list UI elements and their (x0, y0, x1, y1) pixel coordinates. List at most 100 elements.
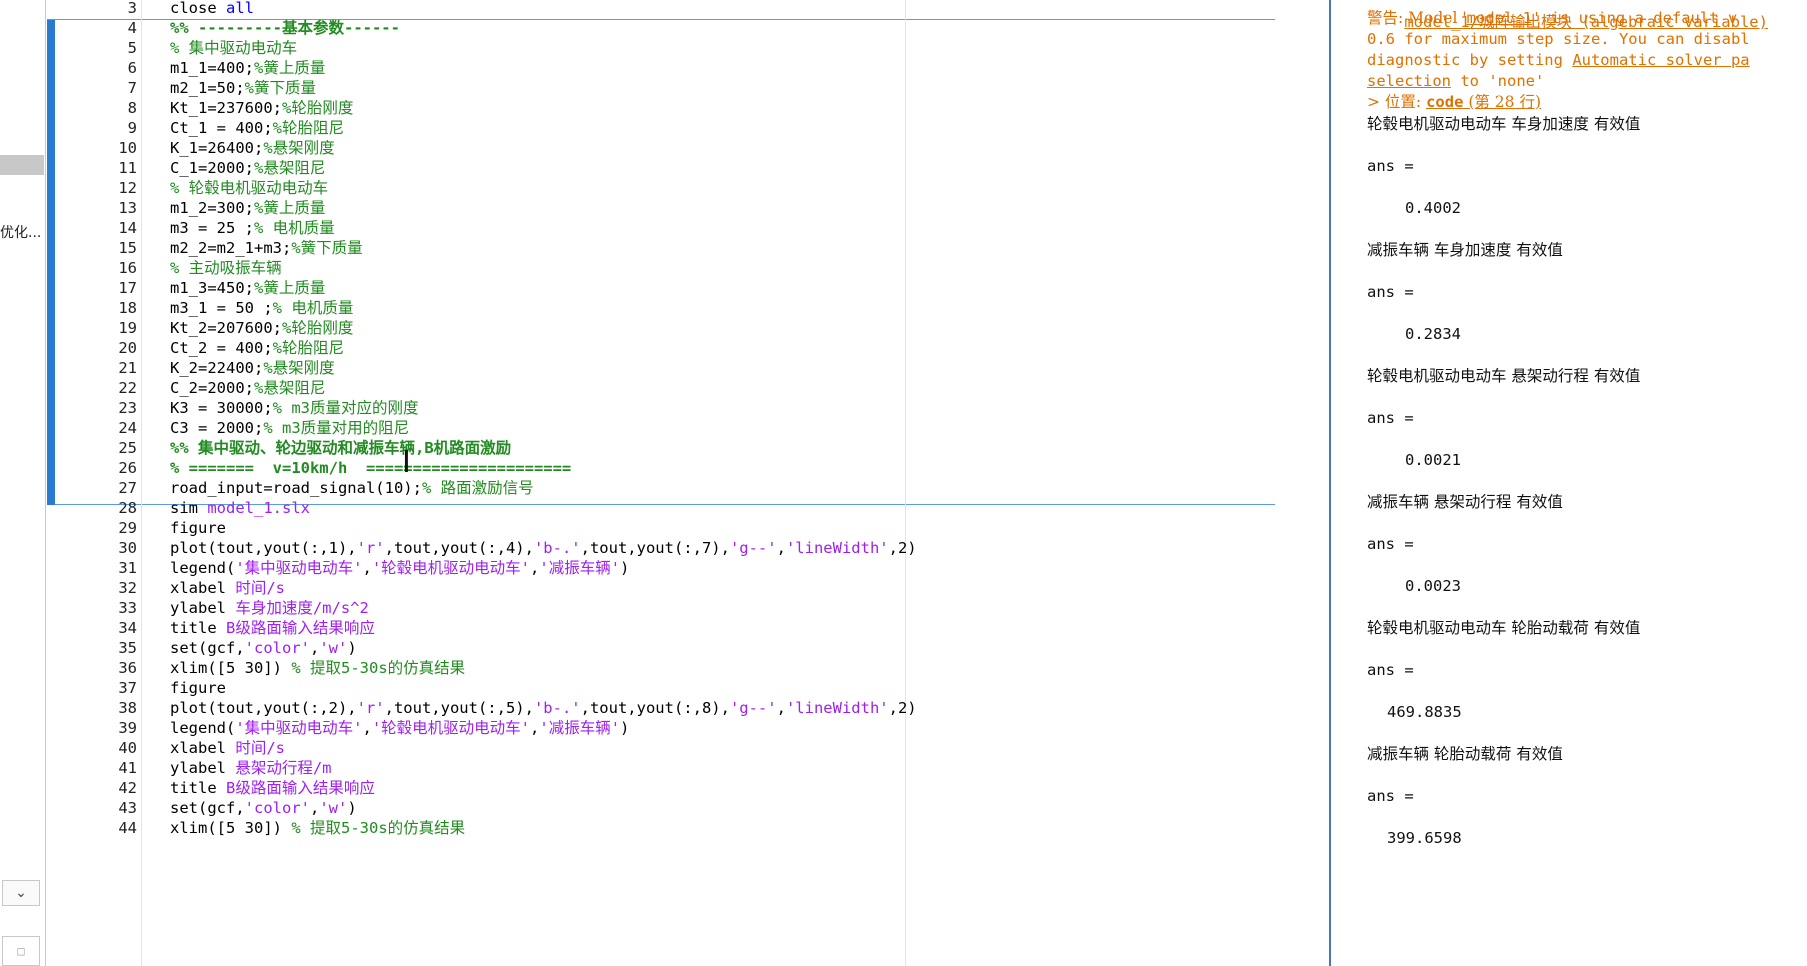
result-label: 减振车辆 轮胎动载荷 有效值 (1367, 745, 1563, 763)
code-token: , (776, 539, 786, 557)
panel-mini-button[interactable]: □ (2, 936, 40, 966)
code-string: 'b-.' (533, 699, 581, 717)
code-comment: %轮胎刚度 (281, 319, 354, 337)
code-token: ) (620, 559, 630, 577)
ans-label: ans = (1367, 409, 1414, 427)
ans-value: 0.0021 (1405, 451, 1461, 469)
code-comment: %簧上质量 (254, 199, 326, 217)
code-token: ,tout,yout(:,5), (384, 699, 534, 717)
panel-item-label[interactable]: 优化... (0, 222, 46, 242)
code-string: 'w' (319, 639, 348, 657)
code-token: m3_1 = 50 ; (170, 299, 273, 317)
code-string: 'lineWidth' (785, 539, 889, 557)
code-string: model_1.slx (207, 499, 310, 517)
code-token: m2_2=m2_1+m3; (170, 239, 292, 257)
code-token: ,tout,yout(:,7), (580, 539, 730, 557)
code-token: ,tout,yout(:,8), (580, 699, 730, 717)
result-label: 轮毂电机驱动电动车 车身加速度 有效值 (1367, 115, 1641, 133)
code-comment: %轮胎阻尼 (272, 339, 344, 357)
code-token: , (530, 719, 540, 737)
code-file-link[interactable]: code (1426, 93, 1463, 111)
code-comment: %悬架阻尼 (254, 379, 326, 397)
code-token: m3 = 25 ; (170, 219, 254, 237)
code-token: Ct_1 = 400; (170, 119, 273, 137)
code-token: road_input=road_signal(10); (170, 479, 422, 497)
line-number[interactable]: 44 (55, 817, 137, 840)
code-string: '轮毂电机驱动电动车' (371, 719, 531, 737)
code-token: legend( (170, 559, 236, 577)
code-token: sim (170, 499, 208, 517)
warning-location-line: > 位置: code (第 28 行) (1367, 93, 1542, 111)
code-token: figure (170, 519, 226, 537)
code-token: set(gcf, (170, 639, 245, 657)
code-comment: %% ---------基本参数------ (170, 19, 400, 37)
ans-label: ans = (1367, 661, 1414, 679)
code-comment: % 提取5-30s的仿真结果 (291, 819, 466, 837)
code-token: ylabel (170, 759, 236, 777)
code-token: ,2) (888, 699, 917, 717)
code-string: '减振车辆' (539, 719, 621, 737)
code-token: ylabel (170, 599, 236, 617)
code-token: C3 = 2000; (170, 419, 264, 437)
code-token: ) (347, 639, 357, 657)
code-comment: % ======= v=10km/h =====================… (170, 459, 572, 477)
code-string: '集中驱动电动车' (235, 719, 363, 737)
ans-label: ans = (1367, 535, 1414, 553)
code-comment: %簧上质量 (254, 279, 326, 297)
code-token: Ct_2 = 400; (170, 339, 273, 357)
result-label: 减振车辆 车身加速度 有效值 (1367, 241, 1563, 259)
code-token: Kt_1=237600; (170, 99, 282, 117)
ans-label: ans = (1367, 283, 1414, 301)
code-token: close (170, 0, 226, 17)
code-token: C_1=2000; (170, 159, 254, 177)
code-token: , (309, 639, 320, 657)
code-token: xlabel (170, 579, 236, 597)
code-string: 时间/s (235, 579, 285, 597)
code-token: , (309, 799, 320, 817)
code-string: 'g--' (729, 699, 777, 717)
code-text-area[interactable]: close all %% ---------基本参数------ % 集中驱动电动车… (170, 0, 1270, 966)
code-token: m1_1=400; (170, 59, 254, 77)
code-comment: % 主动吸振车辆 (170, 259, 282, 277)
code-string: 'color' (244, 799, 310, 817)
code-string: B级路面输入结果响应 (226, 779, 375, 797)
code-comment: % m3质量对用的阻尼 (263, 419, 410, 437)
ans-label: ans = (1367, 157, 1414, 175)
chevron-down-icon[interactable]: ⌄ (2, 880, 40, 906)
code-comment: % 轮毂电机驱动电动车 (170, 179, 329, 197)
solver-setting-link[interactable]: Automatic solver pa (1572, 51, 1749, 69)
code-comment: %悬架刚度 (263, 359, 335, 377)
code-token: ) (347, 799, 357, 817)
code-token: K3 = 30000; (170, 399, 273, 417)
selected-item-highlight[interactable] (0, 155, 44, 175)
code-comment: % 电机质量 (254, 219, 335, 237)
code-comment: %簧下质量 (291, 239, 363, 257)
left-side-panel: 优化... ⌄ □ (0, 0, 46, 966)
code-string: B级路面输入结果响应 (226, 619, 375, 637)
command-window[interactable]: model_1/城阵输出模块 (algebraic variable) 警告: … (1329, 0, 1807, 966)
code-string: 'r' (356, 539, 385, 557)
code-comment: % 集中驱动电动车 (170, 39, 298, 57)
code-string: '减振车辆' (539, 559, 621, 577)
code-token: xlim([5 30]) (170, 659, 292, 677)
ans-value: 469.8835 (1387, 703, 1462, 721)
ans-value: 399.6598 (1387, 829, 1462, 847)
code-line[interactable]: xlim([5 30]) % 提取5-30s的仿真结果 (170, 817, 465, 840)
code-token: Kt_2=207600; (170, 319, 282, 337)
code-keyword: all (226, 0, 254, 17)
code-comment: %簧下质量 (244, 79, 316, 97)
code-token: legend( (170, 719, 236, 737)
code-editor[interactable]: 3 4 5 6 7 8 9 10 11 12 13 14 15 16 17 18 19 20 21 22 23 24 25 2… (47, 0, 1275, 966)
code-string: '轮毂电机驱动电动车' (371, 559, 531, 577)
model-link[interactable]: model_1 (1467, 9, 1532, 27)
code-token: set(gcf, (170, 799, 245, 817)
code-token: xlabel (170, 739, 236, 757)
code-token: C_2=2000; (170, 379, 254, 397)
code-string: 'lineWidth' (785, 699, 889, 717)
line-number-gutter: 3 4 5 6 7 8 9 10 11 12 13 14 15 16 17 18 19 20 21 22 23 24 25 2… (55, 0, 137, 966)
code-string: 'b-.' (533, 539, 581, 557)
code-token: ,2) (888, 539, 917, 557)
code-token: K_1=26400; (170, 139, 264, 157)
ans-value: 0.2834 (1405, 325, 1461, 343)
selection-link[interactable]: selection (1367, 72, 1451, 90)
